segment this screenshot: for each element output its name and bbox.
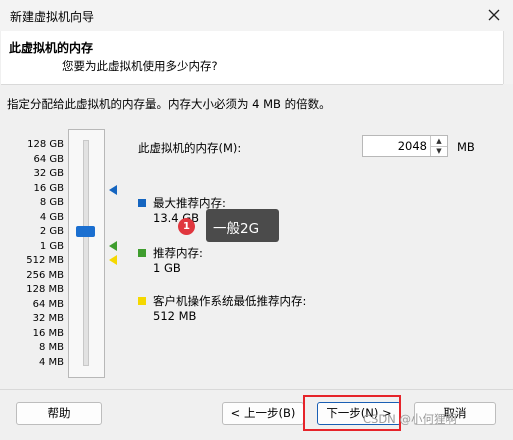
legend-max-square [138,199,146,207]
slider-tick-label: 32 GB [33,168,64,179]
legend-minimum-title: 客户机操作系统最低推荐内存: [153,294,307,308]
back-button[interactable]: < 上一步(B) [222,402,304,425]
annotation-text: 一般2G [213,221,260,237]
memory-unit: MB [457,140,475,154]
window-title: 新建虚拟机向导 [10,10,95,24]
legend-recommended-square [138,249,146,257]
slider-tick-label: 512 MB [26,255,64,266]
minimum-marker-icon [109,255,117,265]
slider-tick-label: 32 MB [32,313,64,324]
close-icon [488,9,500,21]
instruction-text: 指定分配给此虚拟机的内存量。内存大小必须为 4 MB 的倍数。 [7,97,331,111]
wizard-header: 此虚拟机的内存 您要为此虚拟机使用多少内存? [1,31,503,85]
legend-minimum-value: 512 MB [153,309,197,323]
recommended-marker-icon [109,241,117,251]
page-subtitle: 您要为此虚拟机使用多少内存? [62,59,218,73]
help-button[interactable]: 帮助 [16,402,102,425]
slider-tick-label: 64 MB [32,298,64,310]
memory-slider-thumb[interactable] [76,226,95,237]
slider-tick-label: 16 GB [33,182,64,194]
slider-tick-label: 4 MB [38,356,64,368]
slider-tick-label: 64 GB [33,153,64,165]
watermark: CSDN @小何狸啊 [363,412,457,426]
slider-tick-label: 128 MB [26,284,64,295]
slider-tick-label: 128 GB [27,139,64,150]
legend-minimum-square [138,297,146,305]
slider-tick-label: 8 GB [39,197,64,208]
slider-tick-label: 4 GB [39,211,64,223]
slider-tick-label: 2 GB [39,226,64,237]
slider-tick-label: 1 GB [39,240,64,252]
header-scrollbar[interactable] [503,31,513,84]
spin-buttons: ▲ ▼ [430,136,447,156]
slider-tick-label: 16 MB [32,327,64,339]
memory-slider-track[interactable] [83,140,89,366]
annotation-badge: 1 [178,218,195,235]
memory-input[interactable]: 2048 [398,139,427,153]
title-bar: 新建虚拟机向导 [0,0,513,31]
legend-recommended-title: 推荐内存: [153,246,203,260]
slider-tick-label: 256 MB [26,269,64,281]
slider-tick-label: 8 MB [38,342,64,353]
page-title: 此虚拟机的内存 [9,41,94,55]
spin-down-button[interactable]: ▼ [431,146,447,156]
max-recommended-marker-icon [109,185,117,195]
annotation-tooltip: 一般2G [206,209,279,242]
close-button[interactable] [485,6,503,24]
memory-label: 此虚拟机的内存(M): [138,141,242,155]
memory-spinbox[interactable]: 2048 ▲ ▼ [362,135,448,157]
legend-recommended-value: 1 GB [153,261,181,275]
footer-divider [0,389,513,390]
